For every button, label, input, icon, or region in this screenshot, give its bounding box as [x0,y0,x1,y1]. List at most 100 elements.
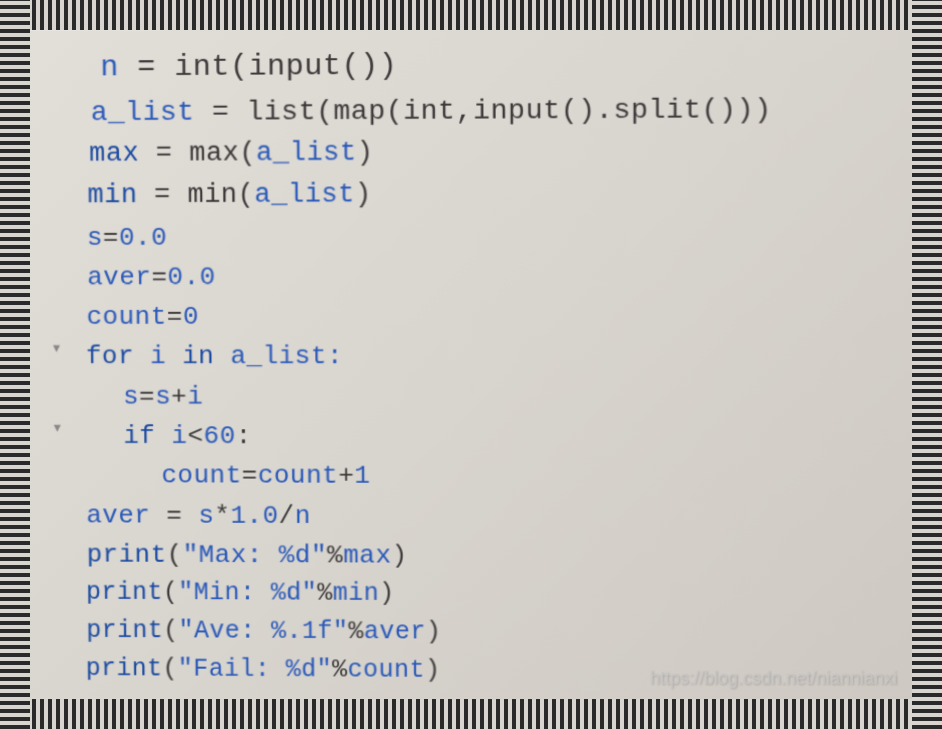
token-str: "Max: %d" [183,540,328,570]
token-op: , [456,96,474,127]
token-op: = [150,501,198,531]
token-var: aver [86,500,150,530]
token-paren: ) [355,180,372,210]
token-paren: ( [163,579,179,607]
token-var: count [161,461,241,491]
code-line-14[interactable]: print("Min: %d"%min) [85,574,921,616]
token-num: 60 [203,421,235,451]
token-var: s [87,223,103,253]
token-paren: ( [162,655,178,683]
code-line-2[interactable]: a_list = list(map(int,input().split())) [81,88,923,135]
token-kw: print [86,616,163,645]
token-op: = [139,139,189,169]
fold-marker-icon[interactable]: ▾ [52,416,64,443]
token-var: n [100,51,119,85]
token-paren: ())) [701,95,772,126]
code-line-12[interactable]: aver = s*1.0/n [84,496,921,538]
token-paren: ( [167,540,183,569]
token-kw: print [86,654,163,683]
token-kw: print [87,540,167,570]
token-str: "Fail: %d" [178,655,332,684]
token-var: count [348,655,426,684]
code-line-8[interactable]: ▾for i in a_list: [83,337,922,377]
token-kw: print [86,578,163,607]
code-line-10[interactable]: ▾if i<60: [84,416,922,457]
border-top [0,0,942,30]
token-op: % [348,617,364,646]
token-kw: for [86,342,134,372]
code-line-11[interactable]: count=count+1 [84,456,922,497]
token-op: * [214,501,230,531]
token-var: s [155,382,171,412]
token-builtin: input [473,96,561,127]
token-builtin: split [613,95,701,126]
token-paren: ( [238,181,255,211]
code-editor-viewport: n = int(input())a_list = list(map(int,in… [30,26,928,705]
code-line-3[interactable]: max = max(a_list) [81,131,922,176]
token-builtin: int [174,51,230,85]
token-paren: ) [425,656,441,685]
code-line-15[interactable]: print("Ave: %.1f"%aver) [85,612,921,654]
token-var: a_list [256,139,357,169]
token-var: count [258,461,339,491]
token-kw: if [123,421,155,451]
token-kw: in [182,342,214,372]
token-paren: (). [561,95,614,126]
token-builtin: input [248,50,341,84]
token-kw: min [87,181,137,211]
code-line-7[interactable]: count=0 [82,296,921,337]
token-var: i [187,382,203,412]
token-builtin: int [403,96,456,127]
token-paren: ) [379,580,395,609]
token-var: a_list [91,97,195,128]
code-line-1[interactable]: n = int(input()) [80,41,923,92]
token-op: = [194,97,246,128]
code-line-6[interactable]: aver=0.0 [82,256,922,297]
code-line-4[interactable]: min = min(a_list) [81,174,922,218]
token-var: aver [87,262,151,292]
token-var: s [198,501,214,531]
token-builtin: max [189,139,239,169]
token-op: : [236,421,252,451]
token-op: = [139,382,155,412]
token-op: % [332,655,348,684]
token-paren: ( [316,97,334,128]
token-var: count [86,302,166,332]
token-op: % [327,541,343,571]
token-op: = [137,181,187,211]
token-paren: ( [386,96,404,127]
token-paren: ) [357,139,374,169]
token-op: / [279,501,295,531]
token-paren: ( [239,139,256,169]
token-op: + [171,382,187,412]
token-var: i [155,421,187,451]
token-op: = [242,461,258,491]
code-line-13[interactable]: print("Max: %d"%max) [85,535,922,578]
token-str: "Ave: %.1f" [179,617,349,646]
token-op: % [317,579,333,608]
code-line-5[interactable]: s=0.0 [82,216,922,258]
watermark-text: https://blog.csdn.net/niannianxi [650,668,897,689]
token-paren: ()) [341,50,397,84]
token-num: 0.0 [167,262,215,292]
token-op: = [167,302,183,332]
token-paren: ( [163,617,179,645]
token-str: "Min: %d" [178,579,317,608]
token-var: min [333,579,380,608]
token-num: 1.0 [230,501,278,531]
token-var: n [295,501,311,531]
token-var: a_list: [214,342,343,372]
code-line-9[interactable]: s=s+i [83,377,921,417]
token-var: i [134,342,182,372]
token-op: < [187,421,203,451]
token-builtin: map [333,96,385,127]
fold-marker-icon[interactable]: ▾ [51,337,63,364]
token-kw: max [89,140,139,170]
token-paren: ( [230,51,249,85]
token-num: 0 [183,302,199,332]
token-paren: ) [426,618,442,647]
code-content[interactable]: n = int(input())a_list = list(map(int,in… [30,26,923,693]
border-left [0,0,30,729]
token-op: + [338,461,354,491]
token-num: 0.0 [119,222,167,252]
